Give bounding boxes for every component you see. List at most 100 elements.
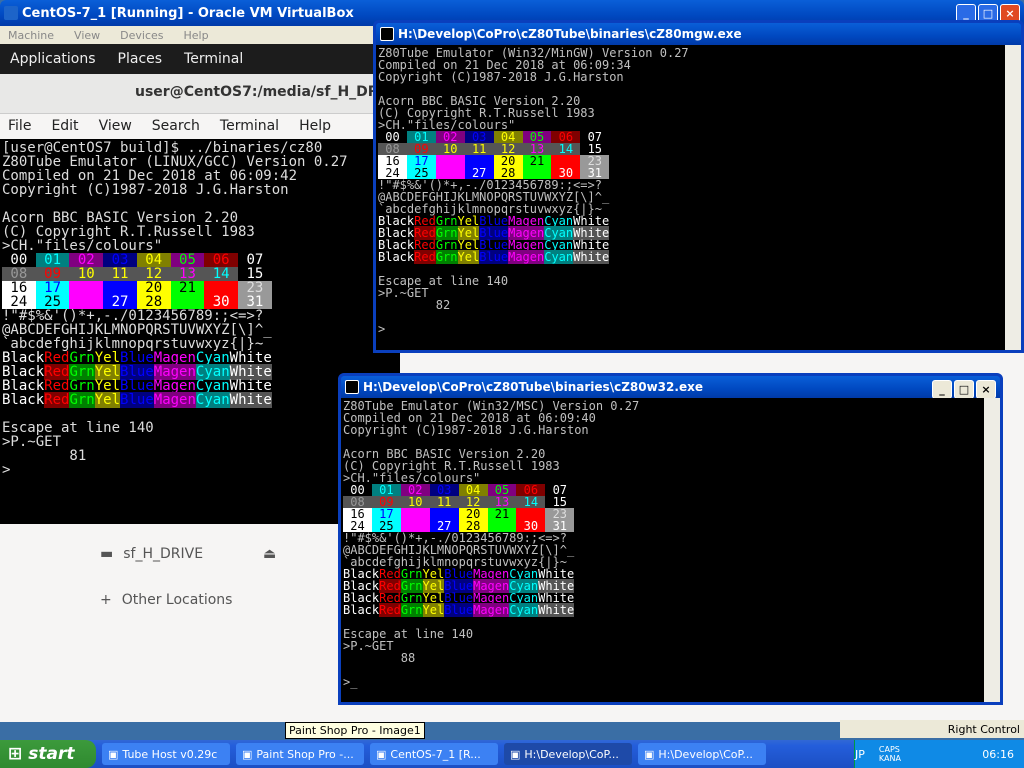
colour-word: White <box>229 392 272 408</box>
task-label: H:\Develop\CoP... <box>524 747 619 761</box>
places-menu[interactable]: Places <box>118 51 163 67</box>
task-label: H:\Develop\CoP... <box>658 747 753 761</box>
charset-line: `abcdefghijklmnopqrstuvwxyz{|}~ <box>2 336 264 352</box>
colour-grid-row: 24 25 26 27 28 29 30 31 <box>2 295 400 309</box>
colour-cell: 23 <box>238 280 272 296</box>
colour-cell: 26 <box>69 294 104 310</box>
maximize-button[interactable]: □ <box>954 380 974 399</box>
menu-devices[interactable]: Devices <box>120 29 163 42</box>
terminal-menu-edit[interactable]: Edit <box>51 118 78 134</box>
console-line: Z80Tube Emulator (LINUX/GCC) Version 0.2… <box>2 154 348 170</box>
colour-grid-row: 00 01 02 03 04 05 06 07 <box>2 253 400 267</box>
win1-title: H:\Develop\CoPro\cZ80Tube\binaries\cZ80m… <box>398 27 742 41</box>
console-line: Compiled on 21 Dec 2018 at 06:09:42 <box>2 168 298 184</box>
charset-line: @ABCDEFGHIJKLMNOPQRSTUVWXYZ[\]^_ <box>2 322 272 338</box>
colour-word: Yel <box>94 392 121 408</box>
colour-cell: 28 <box>136 294 171 310</box>
terminal-menu-file[interactable]: File <box>8 118 31 134</box>
win2-titlebar[interactable]: H:\Develop\CoPro\cZ80Tube\binaries\cZ80w… <box>341 376 1000 399</box>
menu-machine[interactable]: Machine <box>8 29 54 42</box>
colour-cell: 18 <box>69 280 104 296</box>
console-line: > <box>378 322 386 336</box>
colour-word: Grn <box>400 603 423 617</box>
console-icon <box>345 380 359 394</box>
close-button[interactable]: × <box>976 380 996 399</box>
colour-word: White <box>573 250 610 264</box>
colour-cell: 09 <box>35 266 70 282</box>
colour-word: Cyan <box>195 392 230 408</box>
charset-line: !"#$%&'()*+,-./0123456789:;<=>? <box>2 308 264 324</box>
colour-cell: 16 <box>2 280 36 296</box>
start-button[interactable]: ⊞ start <box>0 740 96 768</box>
colour-word: Blue <box>444 603 474 617</box>
console-line: 88 <box>343 651 416 665</box>
console-line: Escape at line 140 <box>343 627 474 641</box>
app-icon: ▣ <box>242 747 253 761</box>
console-line: Escape at line 140 <box>378 274 509 288</box>
win1-scrollbar[interactable] <box>1005 45 1021 350</box>
colour-word: Red <box>44 392 70 408</box>
console-line: Acorn BBC BASIC Version 2.20 <box>2 210 239 226</box>
colour-cell: 11 <box>103 266 137 282</box>
clock: 06:16 <box>982 747 1014 761</box>
console-line: >P.~GET <box>343 639 394 653</box>
colour-word: Yel <box>422 603 445 617</box>
win2-title: H:\Develop\CoPro\cZ80Tube\binaries\cZ80w… <box>363 380 703 394</box>
colour-word: Yel <box>457 250 480 264</box>
menu-view[interactable]: View <box>74 29 100 42</box>
virtualbox-icon <box>4 6 18 20</box>
eject-icon[interactable]: ⏏ <box>263 546 276 562</box>
minimize-button[interactable]: _ <box>932 380 952 399</box>
task-console-1[interactable]: ▣ H:\Develop\CoP... <box>504 743 632 765</box>
console-line: >CH."files/colours" <box>2 238 163 254</box>
task-console-2[interactable]: ▣ H:\Develop\CoP... <box>638 743 766 765</box>
colour-cell: 20 <box>136 280 171 296</box>
colour-grid-row: 16 17 18 19 20 21 22 23 <box>2 281 400 295</box>
colour-word: Cyan <box>509 603 539 617</box>
colour-cell: 01 <box>35 252 70 268</box>
win1-titlebar[interactable]: H:\Develop\CoPro\cZ80Tube\binaries\cZ80m… <box>376 23 1021 45</box>
drive-item[interactable]: ▬ sf_H_DRIVE ⏏ <box>100 546 276 562</box>
colour-cell: 24 <box>2 294 36 310</box>
colour-word: Blue <box>120 392 154 408</box>
colour-cell: 12 <box>136 266 171 282</box>
applications-menu[interactable]: Applications <box>10 51 96 67</box>
terminal-menu[interactable]: Terminal <box>184 51 243 67</box>
console-icon <box>380 27 394 41</box>
terminal-menu-terminal[interactable]: Terminal <box>220 118 279 134</box>
windows-flag-icon: ⊞ <box>8 744 23 764</box>
drive-icon: ▬ <box>100 546 114 562</box>
system-tray: JP CAPS KANA 06:16 <box>854 740 1024 768</box>
tooltip: Paint Shop Pro - Image1 <box>285 722 425 739</box>
task-tube-host[interactable]: ▣ Tube Host v0.29c <box>102 743 230 765</box>
colour-word: White <box>538 603 575 617</box>
task-centos[interactable]: ▣ CentOS-7_1 [R... <box>370 743 498 765</box>
colour-cell: 27 <box>103 294 137 310</box>
console-window-mgw: H:\Develop\CoPro\cZ80Tube\binaries\cZ80m… <box>373 20 1024 353</box>
terminal-menu-help[interactable]: Help <box>299 118 331 134</box>
console-line: Copyright (C)1987-2018 J.G.Harston <box>378 70 624 84</box>
win1-console[interactable]: Z80Tube Emulator (Win32/MinGW) Version 0… <box>376 45 1008 350</box>
start-label: start <box>28 744 75 764</box>
console-icon: ▣ <box>510 747 521 761</box>
console-icon: ▣ <box>644 747 655 761</box>
colour-cell: 08 <box>2 266 36 282</box>
win2-scrollbar[interactable] <box>984 398 1000 702</box>
colour-word: Red <box>414 250 436 264</box>
colour-word: Magen <box>473 603 510 617</box>
language-indicator[interactable]: JP <box>855 748 865 761</box>
colour-cell: 10 <box>69 266 104 282</box>
colour-word: Cyan <box>544 250 574 264</box>
menu-help[interactable]: Help <box>184 29 209 42</box>
colour-cell: 05 <box>170 252 205 268</box>
task-paint-shop[interactable]: ▣ Paint Shop Pro -... <box>236 743 364 765</box>
colour-cell: 03 <box>103 252 137 268</box>
other-locations-item[interactable]: + Other Locations <box>100 592 232 608</box>
win2-console[interactable]: Z80Tube Emulator (Win32/MSC) Version 0.2… <box>341 398 984 702</box>
terminal-menu-search[interactable]: Search <box>152 118 200 134</box>
file-sidebar: ▬ sf_H_DRIVE ⏏ + Other Locations <box>90 524 340 722</box>
terminal-menu-view[interactable]: View <box>99 118 132 134</box>
console-line: Copyright (C)1987-2018 J.G.Harston <box>2 182 289 198</box>
drive-label: sf_H_DRIVE <box>123 546 204 562</box>
